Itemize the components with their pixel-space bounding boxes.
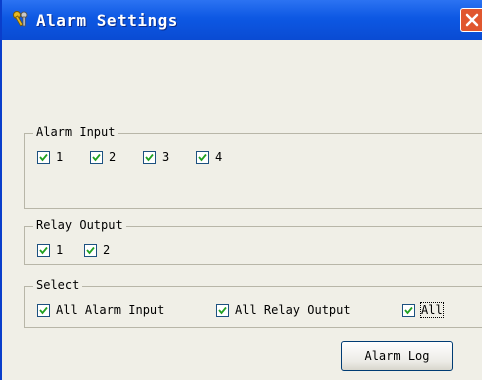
alarm-settings-window: Alarm Settings Alarm Input 1 2 3 4 Relay… <box>0 0 482 380</box>
checkbox-label: 1 <box>56 243 64 257</box>
alarm-input-checkbox-2[interactable]: 2 <box>90 150 116 164</box>
alarm-log-button[interactable]: Alarm Log <box>341 341 453 371</box>
relay-output-checkbox-2[interactable]: 2 <box>84 243 110 257</box>
select-legend: Select <box>33 278 83 292</box>
checkbox-label: 2 <box>103 243 111 257</box>
checkbox-box[interactable] <box>84 243 97 257</box>
checkbox-label: All Alarm Input <box>56 303 165 317</box>
alarm-input-legend: Alarm Input <box>33 125 119 139</box>
alarm-input-checkbox-4[interactable]: 4 <box>196 150 222 164</box>
keys-icon <box>12 10 30 28</box>
checkbox-label: 3 <box>162 150 170 164</box>
checkbox-box[interactable] <box>216 303 229 317</box>
alarm-input-group: Alarm Input <box>24 125 482 209</box>
close-button[interactable] <box>460 8 482 32</box>
relay-output-checkbox-1[interactable]: 1 <box>37 243 63 257</box>
checkbox-box[interactable] <box>196 150 209 164</box>
window-title: Alarm Settings <box>36 11 178 30</box>
check-icon <box>39 246 48 254</box>
check-icon <box>92 153 101 161</box>
check-icon <box>39 153 48 161</box>
check-icon <box>218 306 227 314</box>
all-alarm-input-checkbox[interactable]: All Alarm Input <box>37 303 164 317</box>
checkbox-box[interactable] <box>37 303 50 317</box>
all-checkbox[interactable]: All <box>402 302 444 318</box>
checkbox-box[interactable] <box>37 150 50 164</box>
check-icon <box>145 153 154 161</box>
checkbox-label: 4 <box>215 150 223 164</box>
checkbox-box[interactable] <box>90 150 103 164</box>
checkbox-box[interactable] <box>402 303 415 317</box>
all-relay-output-checkbox[interactable]: All Relay Output <box>216 303 351 317</box>
check-icon <box>198 153 207 161</box>
alarm-input-checkbox-1[interactable]: 1 <box>37 150 63 164</box>
checkbox-box[interactable] <box>143 150 156 164</box>
checkbox-label: All <box>420 302 444 318</box>
relay-output-legend: Relay Output <box>33 218 126 232</box>
title-bar[interactable]: Alarm Settings <box>2 0 482 40</box>
checkbox-box[interactable] <box>37 243 50 257</box>
check-icon <box>86 246 95 254</box>
check-icon <box>404 306 413 314</box>
checkbox-label: 1 <box>56 150 64 164</box>
checkbox-label: All Relay Output <box>235 303 351 317</box>
checkbox-label: 2 <box>109 150 117 164</box>
alarm-input-checkbox-3[interactable]: 3 <box>143 150 169 164</box>
close-icon <box>465 13 479 27</box>
check-icon <box>39 306 48 314</box>
